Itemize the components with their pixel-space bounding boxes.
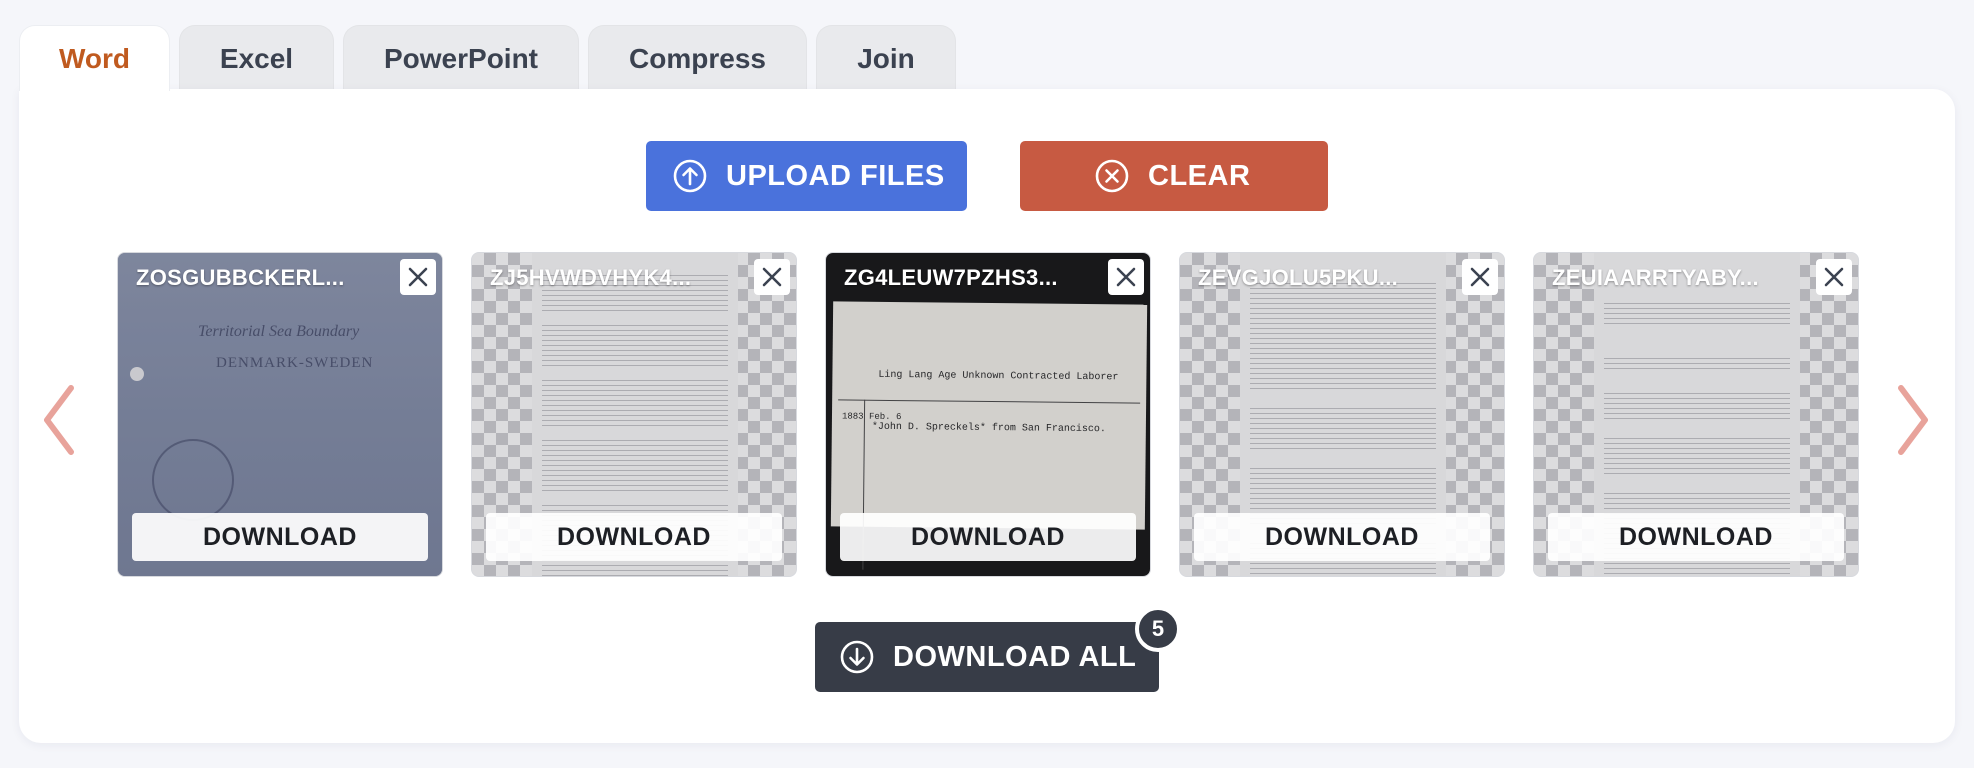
file-card: Ling Lang Age Unknown Contracted Laborer… [825, 252, 1151, 577]
file-card: Territorial Sea Boundary DENMARK-SWEDEN … [117, 252, 443, 577]
chevron-left-icon[interactable] [39, 382, 79, 458]
download-button[interactable]: DOWNLOAD [1548, 513, 1844, 561]
remove-file-button[interactable] [754, 259, 790, 295]
download-button[interactable]: DOWNLOAD [1194, 513, 1490, 561]
close-icon [1470, 267, 1490, 287]
file-card: ZEUIAARRTYABY... DOWNLOAD [1533, 252, 1859, 577]
tab-join[interactable]: Join [816, 25, 956, 91]
thumbnail-text: 1883 Feb. 6 [841, 411, 902, 423]
tab-powerpoint[interactable]: PowerPoint [343, 25, 579, 91]
tab-bar: Word Excel PowerPoint Compress Join [19, 25, 956, 91]
remove-file-button[interactable] [1816, 259, 1852, 295]
chevron-right-icon[interactable] [1893, 382, 1933, 458]
file-name: ZOSGUBBCKERL... [136, 265, 345, 290]
thumbnail-text: Territorial Sea Boundary [198, 323, 360, 340]
remove-file-button[interactable] [1462, 259, 1498, 295]
download-button[interactable]: DOWNLOAD [840, 513, 1136, 561]
tab-excel[interactable]: Excel [179, 25, 334, 91]
close-icon [408, 267, 428, 287]
upload-files-button[interactable]: UPLOAD FILES [646, 141, 967, 211]
converter-panel: UPLOAD FILES CLEAR Territorial Sea Bound… [19, 89, 1955, 743]
download-button[interactable]: DOWNLOAD [486, 513, 782, 561]
thumbnail-text: Ling Lang Age Unknown Contracted Laborer [878, 369, 1119, 384]
file-name: ZEVGJOLU5PKU... [1198, 265, 1399, 290]
thumbnail-text: *John D. Spreckels* from San Francisco. [871, 421, 1106, 436]
clear-button[interactable]: CLEAR [1020, 141, 1328, 211]
upload-files-label: UPLOAD FILES [726, 159, 945, 192]
clear-label: CLEAR [1148, 159, 1251, 192]
tab-word[interactable]: Word [19, 25, 170, 91]
file-card: ZJ5HVWDVHYK4... DOWNLOAD [471, 252, 797, 577]
file-name: ZJ5HVWDVHYK4... [490, 265, 692, 290]
remove-file-button[interactable] [400, 259, 436, 295]
download-all-button[interactable]: DOWNLOAD ALL [815, 622, 1159, 692]
file-count-badge: 5 [1135, 606, 1181, 652]
seal-image [152, 439, 234, 521]
x-circle-icon [1095, 159, 1129, 193]
arrow-down-circle-icon [840, 640, 874, 674]
file-card: ZEVGJOLU5PKU... DOWNLOAD [1179, 252, 1505, 577]
file-name: ZEUIAARRTYABY... [1552, 265, 1759, 290]
close-icon [1116, 267, 1136, 287]
remove-file-button[interactable] [1108, 259, 1144, 295]
thumbnail-text: DENMARK-SWEDEN [216, 355, 374, 371]
close-icon [1824, 267, 1844, 287]
tab-compress[interactable]: Compress [588, 25, 807, 91]
download-all-label: DOWNLOAD ALL [893, 640, 1137, 673]
close-icon [762, 267, 782, 287]
download-button[interactable]: DOWNLOAD [132, 513, 428, 561]
file-name: ZG4LEUW7PZHS3... [844, 265, 1058, 290]
arrow-up-circle-icon [673, 159, 707, 193]
